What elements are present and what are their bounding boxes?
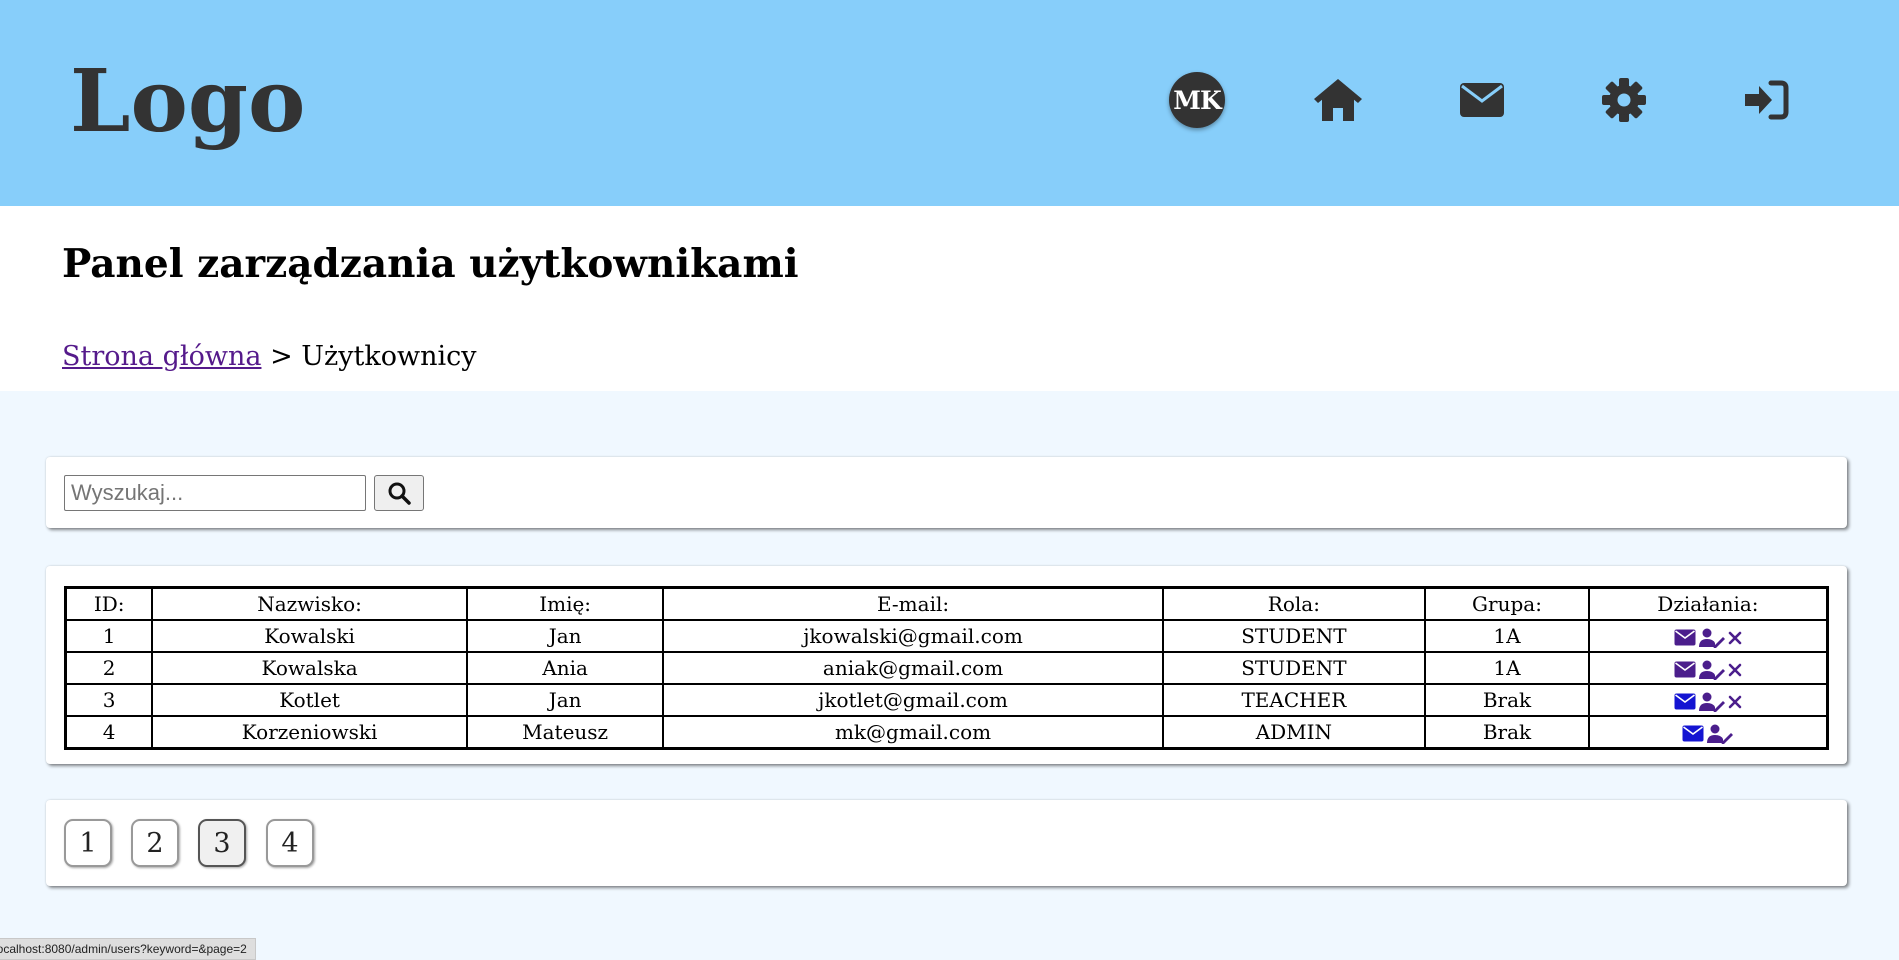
breadcrumb-separator: > <box>270 341 293 372</box>
breadcrumb: Strona główna > Użytkownicy <box>62 338 477 376</box>
table-row: 4 Korzeniowski Mateusz mk@gmail.com ADMI… <box>64 715 1829 750</box>
users-table-panel: ID: Nazwisko: Imię: E-mail: Rola: Grupa:… <box>46 566 1847 764</box>
envelope-icon <box>1674 661 1696 678</box>
breadcrumb-home-link[interactable]: Strona główna <box>62 341 261 372</box>
column-header-email: E-mail: <box>662 586 1164 621</box>
top-header: Logo MK <box>0 0 1899 206</box>
user-edit-icon <box>1698 628 1725 648</box>
search-icon <box>388 482 411 505</box>
cell-group: 1A <box>1424 619 1590 653</box>
cell-surname: Kotlet <box>151 683 468 717</box>
column-header-id: ID: <box>64 586 154 621</box>
cell-surname: Korzeniowski <box>151 715 468 750</box>
cell-group: 1A <box>1424 651 1590 685</box>
pagination-panel: 1 2 3 4 <box>46 800 1847 886</box>
cell-actions <box>1587 619 1829 653</box>
table-row: 2 Kowalska Ania aniak@gmail.com STUDENT … <box>64 651 1829 685</box>
edit-user-button[interactable] <box>1698 628 1726 648</box>
messages-nav-button[interactable] <box>1442 60 1522 140</box>
send-message-button[interactable] <box>1674 629 1696 646</box>
delete-user-button[interactable] <box>1728 663 1742 677</box>
cell-id: 1 <box>64 619 154 653</box>
cell-group: Brak <box>1424 683 1590 717</box>
cell-name: Jan <box>465 619 665 653</box>
delete-user-button[interactable] <box>1728 695 1742 709</box>
cell-email: jkowalski@gmail.com <box>662 619 1164 653</box>
search-panel <box>46 457 1847 528</box>
edit-user-button[interactable] <box>1698 692 1726 712</box>
cell-id: 3 <box>64 683 154 717</box>
users-table: ID: Nazwisko: Imię: E-mail: Rola: Grupa:… <box>64 586 1829 750</box>
cell-role: TEACHER <box>1161 683 1427 717</box>
table-row: 3 Kotlet Jan jkotlet@gmail.com TEACHER B… <box>64 683 1829 717</box>
cell-email: mk@gmail.com <box>662 715 1164 750</box>
breadcrumb-current: Użytkownicy <box>301 341 477 372</box>
edit-user-button[interactable] <box>1706 724 1734 744</box>
cell-email: aniak@gmail.com <box>662 651 1164 685</box>
status-url-text: localhost:8080/admin/users?keyword=&page… <box>0 942 247 956</box>
delete-x-icon <box>1728 631 1742 644</box>
cell-name: Jan <box>465 683 665 717</box>
page-title: Panel zarządzania użytkownikami <box>62 241 799 287</box>
cell-group: Brak <box>1424 715 1590 750</box>
login-nav-button[interactable] <box>1726 60 1806 140</box>
status-bar-url: localhost:8080/admin/users?keyword=&page… <box>0 938 256 960</box>
page-button-3[interactable]: 3 <box>198 819 246 867</box>
column-header-surname: Nazwisko: <box>151 586 468 621</box>
cell-surname: Kowalski <box>151 619 468 653</box>
delete-user-button[interactable] <box>1728 631 1742 645</box>
cell-id: 2 <box>64 651 154 685</box>
delete-x-icon <box>1728 663 1742 676</box>
gear-icon <box>1602 78 1646 122</box>
column-header-role: Rola: <box>1161 586 1427 621</box>
column-header-actions: Działania: <box>1587 586 1829 621</box>
cell-name: Mateusz <box>465 715 665 750</box>
home-nav-button[interactable] <box>1298 60 1378 140</box>
page-button-1[interactable]: 1 <box>64 819 112 867</box>
cell-actions <box>1587 683 1829 717</box>
home-icon <box>1314 79 1362 121</box>
cell-role: ADMIN <box>1161 715 1427 750</box>
send-message-button[interactable] <box>1674 693 1696 710</box>
cell-email: jkotlet@gmail.com <box>662 683 1164 717</box>
column-header-group: Grupa: <box>1424 586 1590 621</box>
search-input[interactable] <box>64 475 366 511</box>
edit-user-button[interactable] <box>1698 660 1726 680</box>
user-edit-icon <box>1698 692 1725 712</box>
envelope-icon <box>1674 693 1696 710</box>
cell-actions <box>1587 715 1829 750</box>
cell-id: 4 <box>64 715 154 750</box>
delete-x-icon <box>1728 695 1742 708</box>
envelope-icon <box>1460 83 1504 117</box>
page-button-4[interactable]: 4 <box>266 819 314 867</box>
user-avatar[interactable]: MK <box>1169 72 1225 128</box>
user-edit-icon <box>1698 660 1725 680</box>
settings-nav-button[interactable] <box>1584 60 1664 140</box>
cell-name: Ania <box>465 651 665 685</box>
cell-role: STUDENT <box>1161 651 1427 685</box>
logo[interactable]: Logo <box>70 52 305 152</box>
table-row: 1 Kowalski Jan jkowalski@gmail.com STUDE… <box>64 619 1829 653</box>
page-button-2[interactable]: 2 <box>131 819 179 867</box>
send-message-button[interactable] <box>1682 725 1704 742</box>
cell-surname: Kowalska <box>151 651 468 685</box>
user-edit-icon <box>1706 724 1733 744</box>
cell-actions <box>1587 651 1829 685</box>
envelope-icon <box>1682 725 1704 742</box>
table-header-row: ID: Nazwisko: Imię: E-mail: Rola: Grupa:… <box>64 586 1829 621</box>
column-header-name: Imię: <box>465 586 665 621</box>
sign-in-icon <box>1745 80 1789 120</box>
send-message-button[interactable] <box>1674 661 1696 678</box>
search-button[interactable] <box>374 475 424 511</box>
envelope-icon <box>1674 629 1696 646</box>
cell-role: STUDENT <box>1161 619 1427 653</box>
